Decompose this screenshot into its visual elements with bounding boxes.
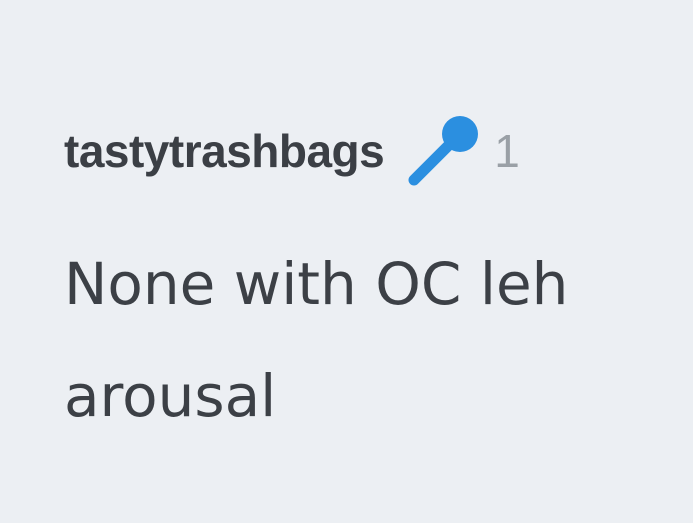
timestamp: 1 bbox=[494, 125, 520, 177]
username-link[interactable]: tastytrashbags bbox=[64, 124, 385, 178]
microphone-icon bbox=[404, 114, 484, 194]
comment-body: None with OC leh arousal bbox=[64, 228, 693, 452]
comment-header: tastytrashbags 1 bbox=[64, 116, 520, 186]
comment-text-line: arousal bbox=[64, 362, 277, 430]
comment: tastytrashbags 1 None with OC leh arousa… bbox=[0, 0, 693, 523]
comment-text-line: None with OC leh bbox=[64, 250, 569, 318]
